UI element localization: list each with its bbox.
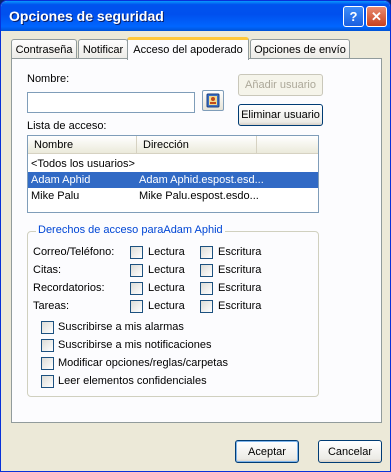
- modify-options-checkbox[interactable]: [41, 357, 54, 370]
- column-header-address[interactable]: Dirección: [137, 136, 257, 154]
- help-button[interactable]: ?: [343, 6, 364, 27]
- help-icon: ?: [349, 9, 358, 24]
- subscribe-notifications-label: Suscribirse a mis notificaciones: [58, 339, 212, 351]
- write-label: Escritura: [218, 246, 262, 258]
- list-item-mike-palu[interactable]: Mike Palu Mike Palu.espost.esdo...: [28, 188, 318, 204]
- rights-appointments-label: Citas:: [33, 264, 62, 276]
- security-options-dialog: Opciones de seguridad ? ✕ Contraseña Not…: [0, 0, 391, 472]
- rights-reminders-label: Recordatorios:: [33, 282, 105, 294]
- read-label: Lectura: [148, 246, 185, 258]
- mail-phone-read-checkbox[interactable]: [130, 246, 143, 259]
- access-list-header: Nombre Dirección: [28, 136, 318, 154]
- name-input[interactable]: [27, 92, 195, 113]
- tasks-read-checkbox[interactable]: [130, 300, 143, 313]
- modify-options-label: Modificar opciones/reglas/carpetas: [58, 357, 228, 369]
- access-list-label: Lista de acceso:: [27, 120, 107, 132]
- list-item-adam-aphid[interactable]: Adam Aphid Adam Aphid.espost.esd...: [28, 172, 318, 188]
- write-label: Escritura: [218, 264, 262, 276]
- tab-strip: Contraseña Notificar Acceso del apoderad…: [11, 37, 383, 60]
- rights-mail-phone-label: Correo/Teléfono:: [33, 246, 115, 258]
- address-book-button[interactable]: [202, 90, 224, 111]
- rights-tasks-label: Tareas:: [33, 300, 70, 312]
- cancel-button[interactable]: Cancelar: [318, 440, 382, 463]
- address-book-icon: [206, 93, 220, 108]
- column-header-name[interactable]: Nombre: [28, 136, 137, 154]
- list-item-address: Mike Palu.espost.esdo...: [139, 190, 259, 202]
- access-list[interactable]: Nombre Dirección <Todos los usuarios> Ad…: [27, 135, 319, 213]
- proxy-access-panel: Nombre: Añadir usuario Eliminar usuario …: [11, 58, 382, 423]
- appointments-read-checkbox[interactable]: [130, 264, 143, 277]
- write-label: Escritura: [218, 300, 262, 312]
- list-item-all-users[interactable]: <Todos los usuarios>: [28, 156, 318, 172]
- read-label: Lectura: [148, 282, 185, 294]
- write-label: Escritura: [218, 282, 262, 294]
- title-bar[interactable]: Opciones de seguridad ? ✕: [1, 1, 390, 31]
- access-rights-title: Derechos de acceso paraAdam Aphid: [36, 224, 225, 236]
- add-user-button[interactable]: Añadir usuario: [238, 74, 323, 96]
- tab-password[interactable]: Contraseña: [11, 39, 77, 59]
- tab-proxy-access[interactable]: Acceso del apoderado: [127, 37, 249, 60]
- appointments-write-checkbox[interactable]: [200, 264, 213, 277]
- subscribe-notifications-checkbox[interactable]: [41, 339, 54, 352]
- read-private-checkbox[interactable]: [41, 375, 54, 388]
- list-item-name: <Todos los usuarios>: [31, 158, 135, 170]
- window-title: Opciones de seguridad: [9, 8, 164, 24]
- subscribe-alarms-label: Suscribirse a mis alarmas: [58, 321, 184, 333]
- remove-user-button[interactable]: Eliminar usuario: [238, 104, 323, 126]
- list-item-name: Adam Aphid: [31, 174, 91, 186]
- read-label: Lectura: [148, 300, 185, 312]
- list-item-name: Mike Palu: [31, 190, 80, 202]
- mail-phone-write-checkbox[interactable]: [200, 246, 213, 259]
- reminders-write-checkbox[interactable]: [200, 282, 213, 295]
- ok-button[interactable]: Aceptar: [235, 440, 299, 463]
- reminders-read-checkbox[interactable]: [130, 282, 143, 295]
- tab-send-options[interactable]: Opciones de envío: [250, 39, 350, 59]
- list-item-address: Adam Aphid.espost.esd...: [139, 174, 264, 186]
- read-label: Lectura: [148, 264, 185, 276]
- close-icon: ✕: [371, 8, 382, 24]
- close-button[interactable]: ✕: [366, 6, 387, 27]
- name-label: Nombre:: [27, 73, 70, 85]
- access-rights-group: Derechos de acceso paraAdam Aphid Correo…: [27, 224, 319, 397]
- read-private-label: Leer elementos confidenciales: [58, 375, 207, 387]
- tab-notify[interactable]: Notificar: [78, 39, 128, 59]
- tasks-write-checkbox[interactable]: [200, 300, 213, 313]
- subscribe-alarms-checkbox[interactable]: [41, 321, 54, 334]
